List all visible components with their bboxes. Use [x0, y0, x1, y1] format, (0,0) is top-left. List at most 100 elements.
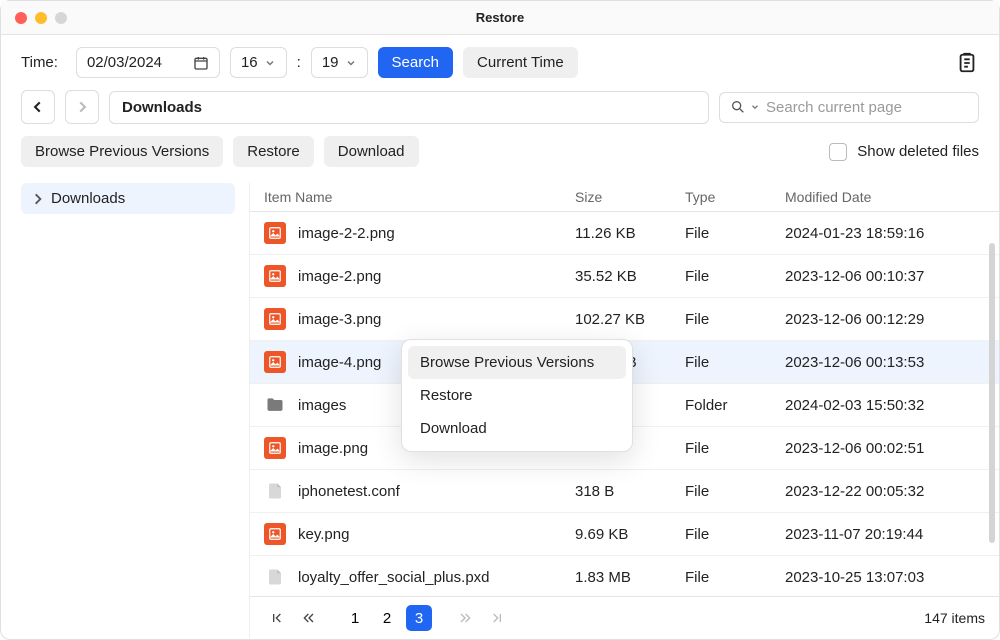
file-modified: 2023-12-06 00:13:53 [785, 354, 985, 371]
nav-back-button[interactable] [21, 90, 55, 124]
folder-icon [264, 394, 286, 416]
chevron-down-icon [750, 102, 760, 112]
file-type: File [685, 526, 785, 543]
table-row[interactable]: key.png9.69 KBFile2023-11-07 20:19:44 [250, 513, 999, 556]
pager-page[interactable]: 1 [342, 605, 368, 631]
file-size: 1.83 MB [575, 569, 685, 586]
file-list-header: Item Name Size Type Modified Date [250, 183, 999, 212]
file-type: File [685, 483, 785, 500]
hour-select[interactable]: 16 [230, 47, 287, 78]
scrollbar[interactable] [989, 213, 995, 599]
image-file-icon [264, 308, 286, 330]
image-file-icon [264, 523, 286, 545]
file-modified: 2023-10-25 13:07:03 [785, 569, 985, 586]
table-row[interactable]: image-3.png102.27 KBFile2023-12-06 00:12… [250, 298, 999, 341]
file-name: image-2-2.png [298, 225, 575, 242]
pager-first-button[interactable] [264, 605, 290, 631]
pager-count: 147 items [924, 610, 985, 626]
document-file-icon [264, 480, 286, 502]
chevron-right-icon [31, 192, 45, 206]
hour-value: 16 [241, 54, 258, 71]
image-file-icon [264, 437, 286, 459]
context-menu-item[interactable]: Browse Previous Versions [408, 346, 626, 379]
sidebar-item-label: Downloads [51, 190, 125, 207]
chevron-left-icon [31, 100, 45, 114]
prev-page-icon [301, 610, 317, 626]
restore-button[interactable]: Restore [233, 136, 314, 167]
browse-previous-versions-button[interactable]: Browse Previous Versions [21, 136, 223, 167]
show-deleted-checkbox[interactable] [829, 143, 847, 161]
table-row[interactable]: image-2.png35.52 KBFile2023-12-06 00:10:… [250, 255, 999, 298]
first-page-icon [269, 610, 285, 626]
file-type: File [685, 268, 785, 285]
file-name: image-2.png [298, 268, 575, 285]
file-type: Folder [685, 397, 785, 414]
file-size: 102.27 KB [575, 311, 685, 328]
search-input-group[interactable] [719, 92, 979, 123]
search-input[interactable] [766, 99, 968, 116]
current-time-button[interactable]: Current Time [463, 47, 578, 78]
file-type: File [685, 440, 785, 457]
minute-value: 19 [322, 54, 339, 71]
file-name: iphonetest.conf [298, 483, 575, 500]
time-label: Time: [21, 54, 58, 71]
search-button[interactable]: Search [378, 47, 454, 78]
table-row[interactable]: image-2-2.png11.26 KBFile2024-01-23 18:5… [250, 212, 999, 255]
column-header-name[interactable]: Item Name [264, 189, 575, 205]
pager-page[interactable]: 3 [406, 605, 432, 631]
context-menu: Browse Previous VersionsRestoreDownload [401, 339, 633, 452]
file-type: File [685, 354, 785, 371]
search-icon [730, 99, 746, 115]
title-bar: Restore [1, 1, 999, 35]
pager-last-button[interactable] [484, 605, 510, 631]
column-header-type[interactable]: Type [685, 189, 785, 205]
nav-forward-button[interactable] [65, 90, 99, 124]
file-modified: 2024-02-03 15:50:32 [785, 397, 985, 414]
file-size: 318 B [575, 483, 685, 500]
scrollbar-thumb[interactable] [989, 243, 995, 543]
toolbar: Time: 16 : 19 Search Current Time [1, 35, 999, 90]
date-field[interactable] [76, 47, 220, 78]
chevron-down-icon [264, 57, 276, 69]
pager-page[interactable]: 2 [374, 605, 400, 631]
date-input[interactable] [87, 54, 185, 71]
file-size: 11.26 KB [575, 225, 685, 242]
sidebar: Downloads [1, 183, 249, 639]
file-name: loyalty_offer_social_plus.pxd [298, 569, 575, 586]
context-menu-item[interactable]: Restore [408, 379, 626, 412]
table-row[interactable]: iphonetest.conf318 BFile2023-12-22 00:05… [250, 470, 999, 513]
last-page-icon [489, 610, 505, 626]
file-modified: 2023-12-22 00:05:32 [785, 483, 985, 500]
file-name: image-3.png [298, 311, 575, 328]
path-field[interactable]: Downloads [109, 91, 709, 124]
chevron-right-icon [75, 100, 89, 114]
file-modified: 2024-01-23 18:59:16 [785, 225, 985, 242]
pager: 123 147 items [250, 596, 999, 639]
image-file-icon [264, 222, 286, 244]
column-header-size[interactable]: Size [575, 189, 685, 205]
file-type: File [685, 569, 785, 586]
file-modified: 2023-12-06 00:12:29 [785, 311, 985, 328]
column-header-modified[interactable]: Modified Date [785, 189, 985, 205]
document-file-icon [264, 566, 286, 588]
action-row: Browse Previous Versions Restore Downloa… [1, 136, 999, 177]
context-menu-item[interactable]: Download [408, 412, 626, 445]
next-page-icon [457, 610, 473, 626]
pager-prev-button[interactable] [296, 605, 322, 631]
download-button[interactable]: Download [324, 136, 419, 167]
task-list-icon[interactable] [955, 51, 979, 75]
file-type: File [685, 311, 785, 328]
file-modified: 2023-12-06 00:02:51 [785, 440, 985, 457]
nav-row: Downloads [1, 90, 999, 136]
minute-select[interactable]: 19 [311, 47, 368, 78]
window-title: Restore [1, 10, 999, 25]
file-size: 9.69 KB [575, 526, 685, 543]
table-row[interactable]: loyalty_offer_social_plus.pxd1.83 MBFile… [250, 556, 999, 596]
pager-next-button[interactable] [452, 605, 478, 631]
file-modified: 2023-12-06 00:10:37 [785, 268, 985, 285]
time-colon: : [297, 54, 301, 71]
file-name: key.png [298, 526, 575, 543]
file-modified: 2023-11-07 20:19:44 [785, 526, 985, 543]
show-deleted-label: Show deleted files [857, 143, 979, 160]
sidebar-item-downloads[interactable]: Downloads [21, 183, 235, 214]
